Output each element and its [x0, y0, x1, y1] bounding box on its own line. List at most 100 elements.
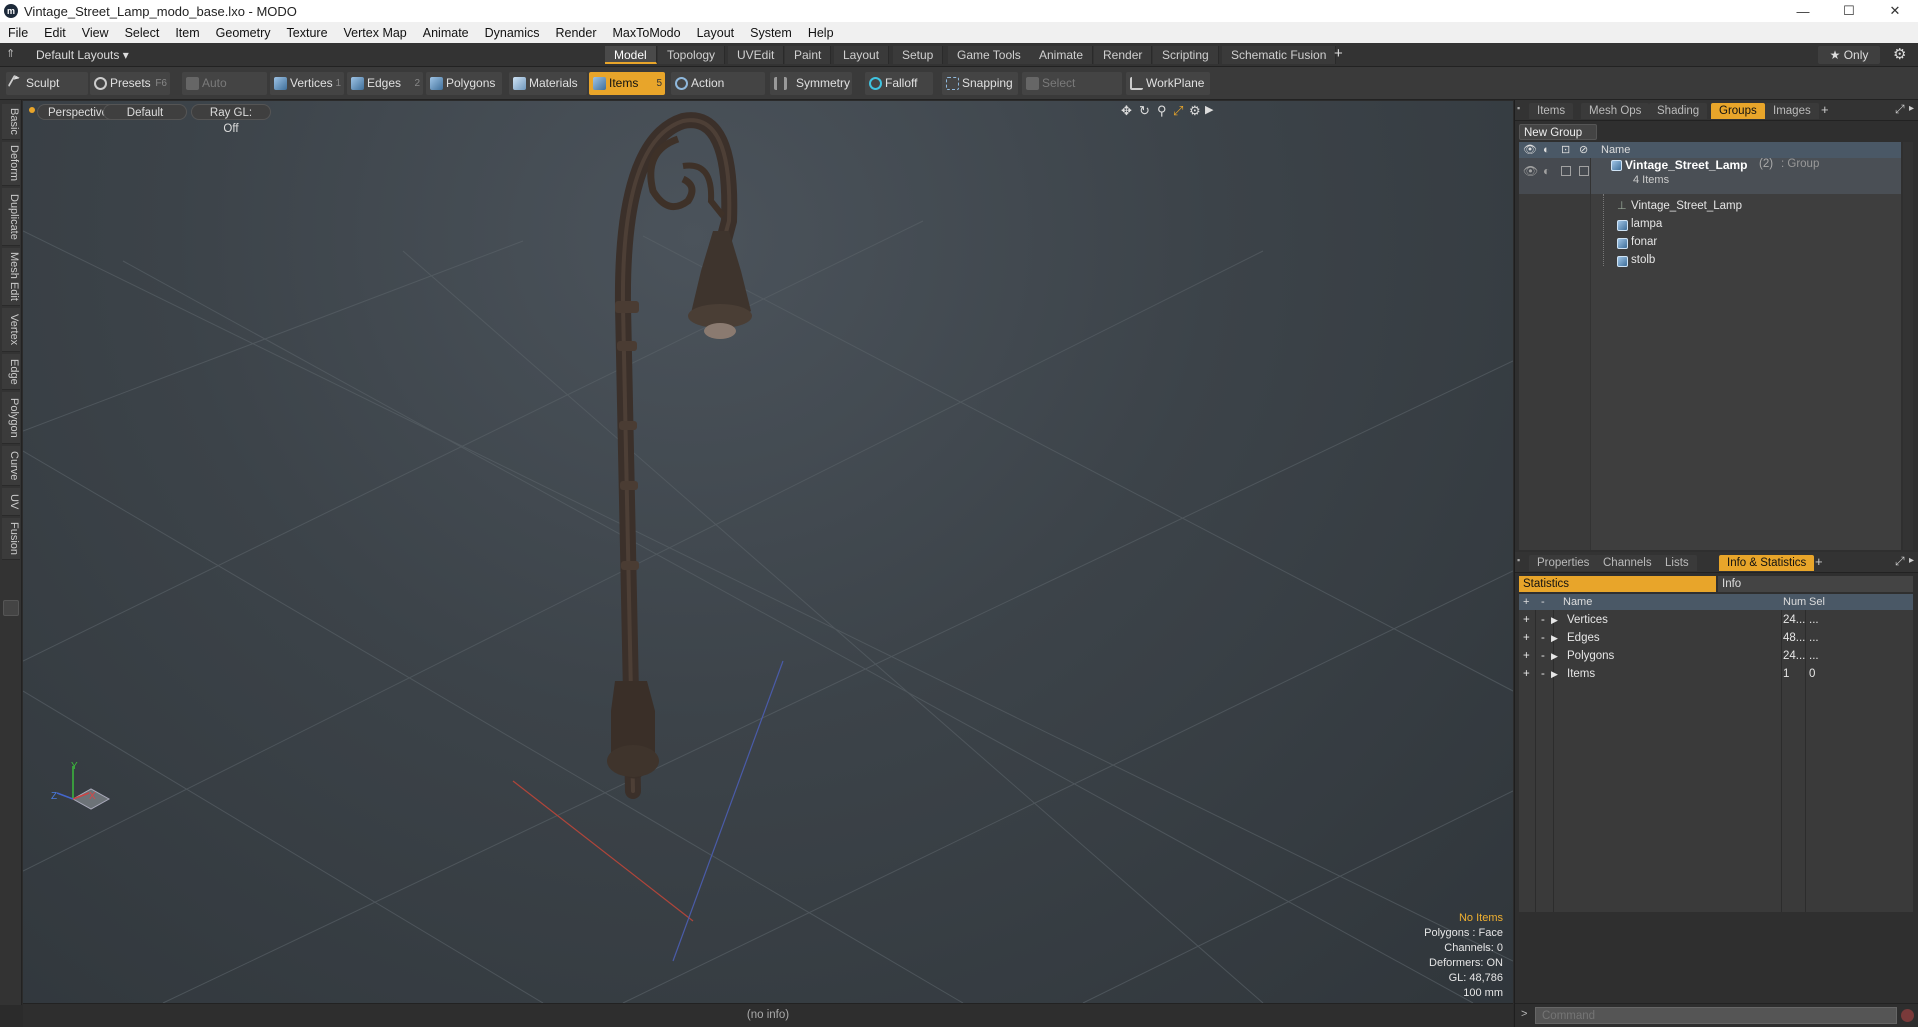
menu-render[interactable]: Render	[548, 26, 605, 40]
tab-images[interactable]: Images	[1765, 103, 1819, 119]
action-center-button[interactable]: Action Center	[671, 72, 765, 113]
tab-setup[interactable]: Setup	[893, 46, 944, 64]
workplane-button[interactable]: WorkPlane	[1126, 72, 1210, 95]
command-input[interactable]	[1535, 1007, 1897, 1024]
tab-properties[interactable]: Properties	[1529, 555, 1598, 571]
tab-lists[interactable]: Lists	[1657, 555, 1697, 571]
menu-help[interactable]: Help	[800, 26, 842, 40]
visibility-column-icon[interactable]: 👁	[1523, 142, 1537, 158]
menu-item[interactable]: Item	[167, 26, 207, 40]
groups-scrollbar[interactable]	[1903, 142, 1913, 550]
tab-animate[interactable]: Animate	[1030, 46, 1094, 64]
tab-game-tools[interactable]: Game Tools	[948, 46, 1031, 64]
render-column-icon[interactable]: ◐	[1543, 142, 1550, 158]
tab-topology[interactable]: Topology	[658, 46, 726, 64]
layouts-dropdown[interactable]: Default Layouts ▾	[36, 46, 129, 64]
disclosure-triangle-icon[interactable]: ▶	[1551, 665, 1558, 683]
panel-menu-icon[interactable]: ▸	[1909, 555, 1914, 566]
stats-row-polygons[interactable]: + - ▶ Polygons 24... ...	[1519, 647, 1913, 665]
expand-all-header[interactable]: +	[1523, 594, 1529, 610]
minimize-button[interactable]: —	[1780, 0, 1826, 22]
menu-geometry[interactable]: Geometry	[208, 26, 279, 40]
add-layout-tab-button[interactable]: +	[1334, 45, 1343, 62]
tab-info-statistics[interactable]: Info & Statistics	[1719, 555, 1815, 571]
menu-layout[interactable]: Layout	[689, 26, 743, 40]
3d-viewport[interactable]: Y X Z Perspective Default Ray GL: Off ✥ …	[23, 101, 1513, 1003]
fit-view-icon[interactable]: ⤢	[1173, 103, 1183, 119]
collapse-button[interactable]: -	[1541, 665, 1545, 683]
presets-button[interactable]: Presets F6	[90, 72, 170, 95]
vtab-fusion[interactable]: Fusion	[2, 518, 20, 560]
disclosure-triangle-icon[interactable]: ▶	[1551, 647, 1558, 665]
rotate-view-icon[interactable]: ↻	[1139, 103, 1150, 119]
panel-expand-icon[interactable]: ⤢	[1895, 554, 1905, 569]
panel-grip-icon[interactable]: ▪	[1517, 555, 1525, 569]
menu-file[interactable]: File	[0, 26, 36, 40]
tab-mesh-ops[interactable]: Mesh Ops	[1581, 103, 1650, 119]
menu-maxtomodo[interactable]: MaxToModo	[605, 26, 689, 40]
stats-row-edges[interactable]: + - ▶ Edges 48... ...	[1519, 629, 1913, 647]
tab-layout[interactable]: Layout	[834, 46, 890, 64]
vtab-curve[interactable]: Curve	[2, 446, 20, 486]
expand-button[interactable]: +	[1523, 665, 1530, 683]
command-record-icon[interactable]	[1901, 1009, 1914, 1022]
groups-tree[interactable]: 👁 ◐ ⊡ ⊘ Name 👁 ◐ Vintage_Street_Lamp (2)…	[1519, 142, 1901, 550]
auto-select-button[interactable]: Auto Select	[182, 72, 267, 113]
panel-grip-icon[interactable]: ▪	[1517, 103, 1525, 117]
disclosure-triangle-icon[interactable]: ▶	[1551, 629, 1558, 647]
tab-scripting[interactable]: Scripting	[1153, 46, 1219, 64]
collapse-button[interactable]: -	[1541, 629, 1545, 647]
edges-button[interactable]: Edges 2	[347, 72, 423, 95]
expand-button[interactable]: +	[1523, 629, 1530, 647]
sculpt-button[interactable]: Sculpt	[6, 72, 88, 95]
name-column-header[interactable]: Name	[1601, 142, 1630, 158]
vtab-duplicate[interactable]: Duplicate	[2, 188, 20, 246]
tab-channels[interactable]: Channels	[1595, 555, 1660, 571]
settings-gear-icon[interactable]: ⚙	[1893, 45, 1906, 63]
stats-num-header[interactable]: Num	[1783, 594, 1806, 610]
tab-schematic-fusion[interactable]: Schematic Fusion	[1222, 46, 1337, 64]
move-view-icon[interactable]: ✥	[1121, 103, 1132, 119]
vtab-basic[interactable]: Basic	[2, 104, 20, 140]
tab-render[interactable]: Render	[1094, 46, 1153, 64]
vtab-mesh-edit[interactable]: Mesh Edit	[2, 248, 20, 306]
lock-column-icon[interactable]: ⊡	[1561, 142, 1570, 158]
close-button[interactable]: ✕	[1872, 0, 1918, 22]
menu-animate[interactable]: Animate	[415, 26, 477, 40]
symmetry-button[interactable]: Symmetry	[770, 72, 852, 95]
vtab-uv[interactable]: UV	[2, 488, 20, 516]
viewport-settings-icon[interactable]: ⚙	[1189, 103, 1201, 119]
stats-row-items[interactable]: + - ▶ Items 1 0	[1519, 665, 1913, 683]
select-column-icon[interactable]: ⊘	[1579, 142, 1588, 158]
stats-name-header[interactable]: Name	[1563, 594, 1592, 610]
vtab-deform[interactable]: Deform	[2, 142, 20, 186]
panel-menu-icon[interactable]: ▸	[1909, 103, 1914, 114]
tab-groups[interactable]: Groups	[1711, 103, 1765, 119]
menu-select[interactable]: Select	[117, 26, 168, 40]
disclosure-triangle-icon[interactable]: ▶	[1551, 611, 1558, 629]
maximize-button[interactable]: ☐	[1826, 0, 1872, 22]
shading-dropdown[interactable]: Default	[103, 104, 187, 120]
zoom-view-icon[interactable]: ⚲	[1157, 103, 1167, 119]
new-group-button[interactable]: New Group	[1519, 124, 1597, 140]
expand-button[interactable]: +	[1523, 647, 1530, 665]
viewport-more-icon[interactable]: ▶	[1205, 103, 1213, 116]
vtab-vertex[interactable]: Vertex	[2, 308, 20, 352]
only-toggle-button[interactable]: ★ Only	[1818, 46, 1880, 64]
stats-row-vertices[interactable]: + - ▶ Vertices 24... ...	[1519, 611, 1913, 629]
menu-dynamics[interactable]: Dynamics	[477, 26, 548, 40]
menu-system[interactable]: System	[742, 26, 800, 40]
add-panel-tab-button[interactable]: +	[1815, 554, 1823, 569]
select-through-button[interactable]: Select Through	[1022, 72, 1122, 113]
stats-sel-header[interactable]: Sel	[1809, 594, 1825, 610]
menu-texture[interactable]: Texture	[279, 26, 336, 40]
menu-view[interactable]: View	[74, 26, 117, 40]
tab-paint[interactable]: Paint	[785, 46, 832, 64]
tab-model[interactable]: Model	[605, 46, 657, 64]
collapse-button[interactable]: -	[1541, 611, 1545, 629]
raygl-toggle[interactable]: Ray GL: Off	[191, 104, 271, 135]
panel-expand-icon[interactable]: ⤢	[1895, 102, 1905, 117]
vertices-button[interactable]: Vertices 1	[270, 72, 344, 95]
collapse-button[interactable]: -	[1541, 647, 1545, 665]
info-subtab[interactable]: Info	[1718, 576, 1913, 592]
